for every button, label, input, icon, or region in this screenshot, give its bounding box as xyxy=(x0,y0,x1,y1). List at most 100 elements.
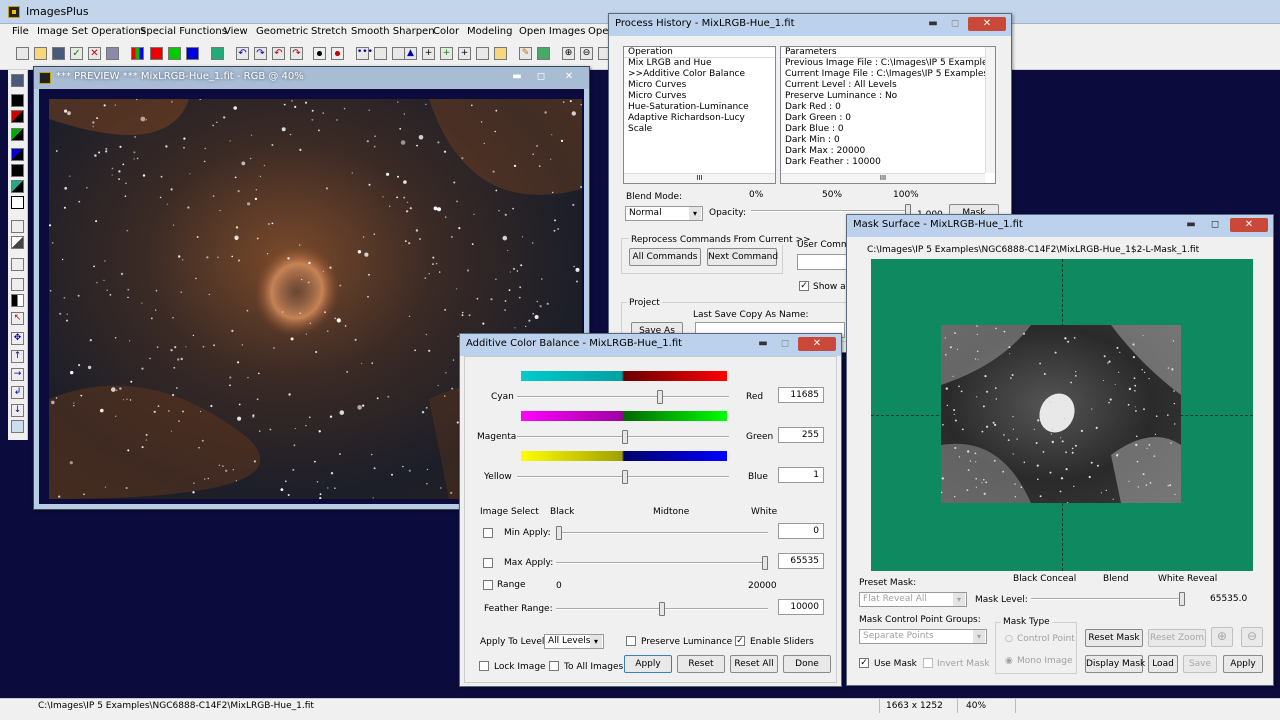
tool-black-icon[interactable] xyxy=(11,164,24,177)
menu-open-images[interactable]: Open Images xyxy=(519,26,585,37)
green-value-field[interactable]: 255 xyxy=(778,427,824,443)
mask-canvas[interactable] xyxy=(871,259,1253,571)
tool-up-arrow-icon[interactable]: ↑ xyxy=(11,350,24,363)
tool-cursor-icon[interactable]: ↖ xyxy=(11,312,24,325)
new-file-icon[interactable] xyxy=(16,47,29,60)
menu-special-functions[interactable]: Special Functions xyxy=(140,26,227,37)
preset-mask-select[interactable]: Flat Reveal All xyxy=(859,592,967,607)
operation-item[interactable]: Scale xyxy=(624,124,775,135)
blend-mode-select[interactable]: Normal xyxy=(625,206,703,221)
acb-maximize-button[interactable]: ◻ xyxy=(773,337,797,351)
operation-header[interactable]: Operation xyxy=(624,47,775,58)
mask-zoom-out-icon[interactable]: ⊖ xyxy=(1241,627,1263,647)
redo-all-icon[interactable]: ↷ xyxy=(290,47,303,60)
history-minimize-button[interactable]: ▬ xyxy=(921,17,945,31)
parameter-vscrollbar[interactable] xyxy=(985,47,995,173)
record-icon[interactable] xyxy=(331,47,344,60)
done-button[interactable]: Done xyxy=(783,655,831,673)
invert-mask-checkbox[interactable] xyxy=(923,658,933,668)
operation-list[interactable]: Operation Mix LRGB and Hue >>Additive Co… xyxy=(623,46,776,184)
dots-icon[interactable]: ••• xyxy=(356,47,373,60)
apply-button[interactable]: Apply xyxy=(624,655,672,673)
history-close-button[interactable]: ✕ xyxy=(968,17,1006,31)
all-commands-button[interactable]: All Commands xyxy=(629,248,701,266)
menu-view[interactable]: View xyxy=(224,26,248,37)
operation-item[interactable]: Mix LRGB and Hue xyxy=(624,58,775,69)
star-select-icon[interactable] xyxy=(374,47,387,60)
reset-button[interactable]: Reset xyxy=(677,655,725,673)
green-channel-icon[interactable] xyxy=(168,47,181,60)
lock-image-checkbox[interactable] xyxy=(479,661,489,671)
tool-red-icon[interactable] xyxy=(11,110,24,123)
min-apply-field[interactable]: 0 xyxy=(778,523,824,539)
feather-range-slider[interactable] xyxy=(556,602,768,616)
max-apply-checkbox[interactable] xyxy=(483,558,493,568)
tool-white-icon[interactable] xyxy=(11,196,24,209)
operation-hscrollbar[interactable]: III xyxy=(624,173,775,183)
max-apply-slider[interactable] xyxy=(556,556,768,570)
menu-file[interactable]: File xyxy=(12,26,29,37)
magenta-green-slider[interactable] xyxy=(517,430,729,444)
zoom-in-icon[interactable]: ⊕ xyxy=(562,47,575,60)
menu-image-set-operations[interactable]: Image Set Operations xyxy=(37,26,146,37)
menu-stretch[interactable]: Stretch xyxy=(311,26,347,37)
save-icon[interactable] xyxy=(52,47,65,60)
pencil-icon[interactable]: ✎ xyxy=(519,47,532,60)
control-point-radio-icon[interactable]: ○ xyxy=(1005,634,1013,644)
red-value-field[interactable]: 11685 xyxy=(778,387,824,403)
folder-icon[interactable] xyxy=(494,47,507,60)
rgb-icon[interactable] xyxy=(131,47,144,60)
min-apply-slider[interactable] xyxy=(556,526,768,540)
acb-close-button[interactable]: ✕ xyxy=(798,337,836,351)
move-icon[interactable]: + xyxy=(458,47,471,60)
menu-modeling[interactable]: Modeling xyxy=(467,26,513,37)
display-mask-button[interactable]: Display Mask xyxy=(1085,655,1145,673)
yellow-blue-slider[interactable] xyxy=(517,470,729,484)
operation-item[interactable]: Micro Curves xyxy=(624,80,775,91)
use-mask-checkbox[interactable]: ✓ xyxy=(859,658,869,668)
menu-color[interactable]: Color xyxy=(433,26,459,37)
parameter-list[interactable]: Parameters Previous Image File : C:\Imag… xyxy=(780,46,996,184)
chart-icon[interactable] xyxy=(537,47,550,60)
preview-close-button[interactable]: ✕ xyxy=(555,70,583,84)
accept-icon[interactable]: ✓ xyxy=(70,47,83,60)
open-file-icon[interactable] xyxy=(34,47,47,60)
grid-icon[interactable] xyxy=(476,47,489,60)
parameter-hscrollbar[interactable]: III xyxy=(781,173,985,183)
redo-icon[interactable]: ↷ xyxy=(254,47,267,60)
reset-all-button[interactable]: Reset All xyxy=(730,655,778,673)
target-icon[interactable] xyxy=(313,47,326,60)
reset-zoom-button[interactable]: Reset Zoom xyxy=(1148,629,1206,647)
mask-maximize-button[interactable]: ◻ xyxy=(1203,218,1227,232)
tool-columns-icon[interactable] xyxy=(11,278,24,291)
apply-to-level-select[interactable]: All Levels xyxy=(544,634,604,649)
mask-zoom-in-icon[interactable]: ⊕ xyxy=(1211,627,1233,647)
tool-right-arrow-icon[interactable]: → xyxy=(11,368,24,381)
history-maximize-button[interactable]: ◻ xyxy=(943,17,967,31)
load-button[interactable]: Load xyxy=(1148,655,1178,673)
tool-black-square-icon[interactable] xyxy=(11,94,24,107)
tool-down-arrow-icon[interactable]: ↓ xyxy=(11,404,24,417)
blue-channel-icon[interactable] xyxy=(186,47,199,60)
operation-item[interactable]: >>Additive Color Balance xyxy=(624,69,775,80)
max-apply-field[interactable]: 65535 xyxy=(778,553,824,569)
menu-geometric[interactable]: Geometric xyxy=(256,26,308,37)
tool-sigma-icon[interactable] xyxy=(11,220,24,233)
mask-level-slider[interactable] xyxy=(1031,592,1185,606)
zoom-out-icon[interactable]: ⊖ xyxy=(580,47,593,60)
tool-blue-icon[interactable] xyxy=(11,148,24,161)
mask-close-button[interactable]: ✕ xyxy=(1230,218,1268,232)
histogram-icon[interactable]: ▲ xyxy=(404,47,417,60)
mask-apply-button[interactable]: Apply xyxy=(1223,655,1263,673)
tool-copy-icon[interactable] xyxy=(11,420,24,433)
mono-image-radio-icon[interactable]: ◉ xyxy=(1005,656,1013,666)
operation-item[interactable]: Micro Curves xyxy=(624,91,775,102)
tool-return-icon[interactable]: ↲ xyxy=(11,386,24,399)
preserve-luminance-checkbox[interactable] xyxy=(626,636,636,646)
blue-value-field[interactable]: 1 xyxy=(778,467,824,483)
menu-open[interactable]: Ope xyxy=(588,26,608,37)
preview-maximize-button[interactable]: ◻ xyxy=(529,70,553,84)
menu-smooth-sharpen[interactable]: Smooth Sharpen xyxy=(351,26,435,37)
range-checkbox[interactable] xyxy=(483,580,493,590)
undo-icon[interactable]: ↶ xyxy=(236,47,249,60)
